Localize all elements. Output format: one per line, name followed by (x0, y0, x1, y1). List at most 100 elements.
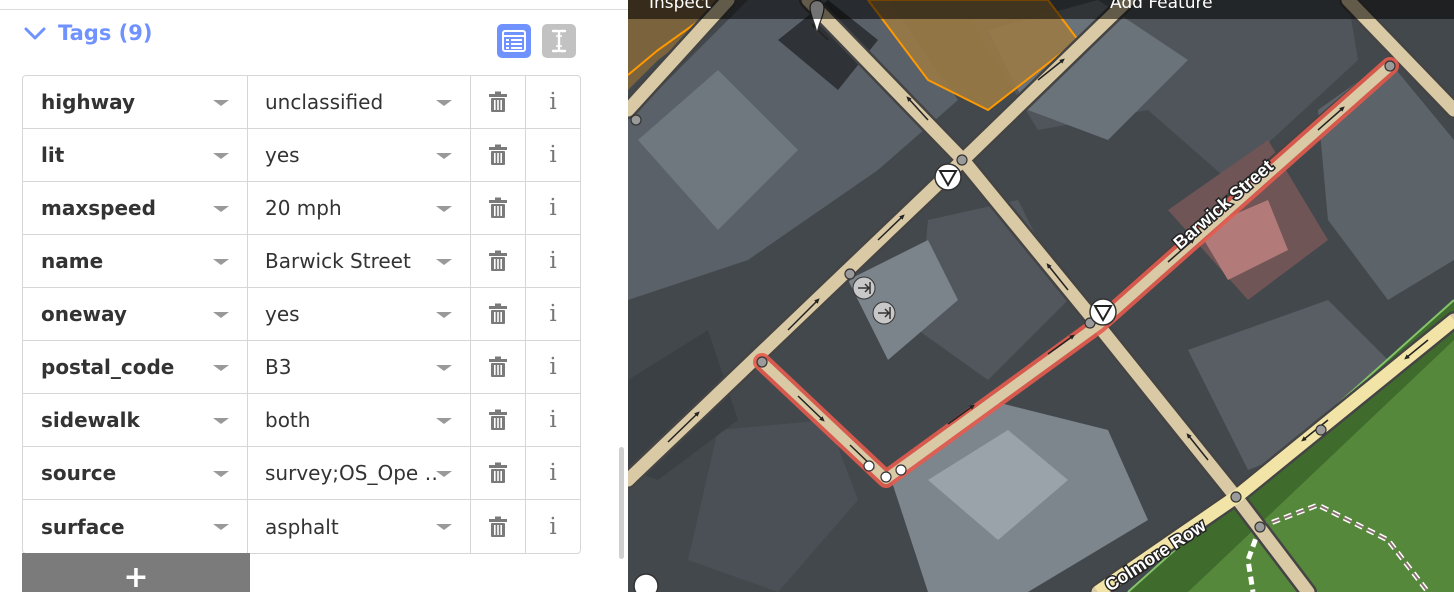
tag-key-text: source (41, 461, 117, 485)
value-dropdown-icon[interactable] (436, 259, 452, 265)
key-dropdown-icon[interactable] (213, 153, 229, 159)
value-dropdown-icon[interactable] (436, 471, 452, 477)
tag-value-field[interactable]: B3 (248, 341, 471, 393)
value-dropdown-icon[interactable] (436, 312, 452, 318)
value-dropdown-icon[interactable] (436, 524, 452, 530)
divider (0, 9, 628, 10)
tag-info-button[interactable]: i (526, 182, 580, 234)
trash-icon (489, 356, 507, 377)
chevron-down-icon (24, 27, 46, 40)
list-view-button[interactable] (497, 24, 531, 58)
tag-value-text: yes (265, 143, 300, 167)
tag-info-button[interactable]: i (526, 288, 580, 340)
add-tag-button[interactable]: + (22, 553, 250, 592)
tag-info-button[interactable]: i (526, 129, 580, 181)
value-dropdown-icon[interactable] (436, 418, 452, 424)
value-dropdown-icon[interactable] (436, 153, 452, 159)
tag-value-field[interactable]: both (248, 394, 471, 446)
delete-tag-button[interactable] (471, 129, 526, 181)
delete-tag-button[interactable] (471, 447, 526, 499)
value-dropdown-icon[interactable] (436, 365, 452, 371)
value-dropdown-icon[interactable] (436, 100, 452, 106)
list-view-icon (502, 30, 526, 52)
key-dropdown-icon[interactable] (213, 471, 229, 477)
tag-info-button[interactable]: i (526, 447, 580, 499)
tag-value-text: both (265, 408, 311, 432)
tag-key-text: sidewalk (41, 408, 140, 432)
delete-tag-button[interactable] (471, 288, 526, 340)
area-label-icon (633, 573, 659, 592)
text-view-icon (551, 29, 567, 53)
key-dropdown-icon[interactable] (213, 418, 229, 424)
trash-icon (489, 516, 507, 537)
tag-key-field[interactable]: lit (23, 129, 248, 181)
tag-row-sidewalk: sidewalk both i (23, 394, 580, 447)
tag-info-button[interactable]: i (526, 76, 580, 128)
tag-row-oneway: oneway yes i (23, 288, 580, 341)
sidebar-scrollbar[interactable] (619, 447, 624, 559)
delete-tag-button[interactable] (471, 235, 526, 287)
tag-value-field[interactable]: yes (248, 288, 471, 340)
plus-icon: + (123, 560, 149, 592)
tag-key-field[interactable]: postal_code (23, 341, 248, 393)
tag-info-button[interactable]: i (526, 500, 580, 553)
delete-tag-button[interactable] (471, 394, 526, 446)
tag-key-text: name (41, 249, 104, 273)
tag-key-text: oneway (41, 302, 127, 326)
tag-row-source: source survey;OS_Ope … i (23, 447, 580, 500)
tag-value-field[interactable]: asphalt (248, 500, 471, 553)
tag-value-field[interactable]: Barwick Street (248, 235, 471, 287)
info-icon: i (549, 513, 557, 540)
key-dropdown-icon[interactable] (213, 206, 229, 212)
tag-key-text: surface (41, 514, 125, 539)
tag-key-field[interactable]: maxspeed (23, 182, 248, 234)
aerial-imagery: Barwick Street Colmore Row (628, 0, 1454, 592)
tag-key-field[interactable]: oneway (23, 288, 248, 340)
trash-icon (489, 197, 507, 218)
tag-value-field[interactable]: unclassified (248, 76, 471, 128)
tag-row-highway: highway unclassified i (23, 76, 580, 129)
tag-value-field[interactable]: 20 mph (248, 182, 471, 234)
tag-value-text: 20 mph (265, 196, 342, 220)
tag-key-field[interactable]: surface (23, 500, 248, 553)
tag-value-field[interactable]: yes (248, 129, 471, 181)
tag-key-field[interactable]: highway (23, 76, 248, 128)
tag-info-button[interactable]: i (526, 235, 580, 287)
key-dropdown-icon[interactable] (213, 524, 229, 530)
map-view[interactable]: Barwick Street Colmore Row Inspect Add F… (628, 0, 1454, 592)
map-toolbar: Inspect Add Feature (628, 0, 1454, 19)
tag-value-text: Barwick Street (265, 249, 411, 273)
tag-key-field[interactable]: sidewalk (23, 394, 248, 446)
info-icon: i (549, 301, 557, 327)
key-dropdown-icon[interactable] (213, 259, 229, 265)
trash-icon (489, 303, 507, 324)
key-dropdown-icon[interactable] (213, 100, 229, 106)
key-dropdown-icon[interactable] (213, 365, 229, 371)
tags-section-toggle[interactable]: Tags (9) (22, 18, 152, 48)
delete-tag-button[interactable] (471, 341, 526, 393)
delete-tag-button[interactable] (471, 76, 526, 128)
tag-row-surface: surface asphalt i (23, 500, 580, 553)
tag-value-text: survey;OS_Ope … (265, 461, 440, 485)
delete-tag-button[interactable] (471, 182, 526, 234)
trash-icon (489, 91, 507, 112)
value-dropdown-icon[interactable] (436, 206, 452, 212)
tag-key-field[interactable]: source (23, 447, 248, 499)
tag-value-text: yes (265, 302, 300, 326)
tag-value-text: unclassified (265, 90, 384, 114)
tag-key-text: postal_code (41, 355, 175, 379)
tag-row-maxspeed: maxspeed 20 mph i (23, 182, 580, 235)
delete-tag-button[interactable] (471, 500, 526, 553)
info-icon: i (549, 142, 557, 168)
key-dropdown-icon[interactable] (213, 312, 229, 318)
trash-icon (489, 250, 507, 271)
tag-key-field[interactable]: name (23, 235, 248, 287)
tag-value-field[interactable]: survey;OS_Ope … (248, 447, 471, 499)
tag-info-button[interactable]: i (526, 394, 580, 446)
text-view-button[interactable] (542, 24, 576, 58)
tags-section-title: Tags (9) (58, 21, 153, 45)
add-feature-label[interactable]: Add Feature (1110, 0, 1213, 13)
inspect-tool-label[interactable]: Inspect (649, 0, 711, 13)
tag-info-button[interactable]: i (526, 341, 580, 393)
info-icon: i (549, 407, 557, 433)
